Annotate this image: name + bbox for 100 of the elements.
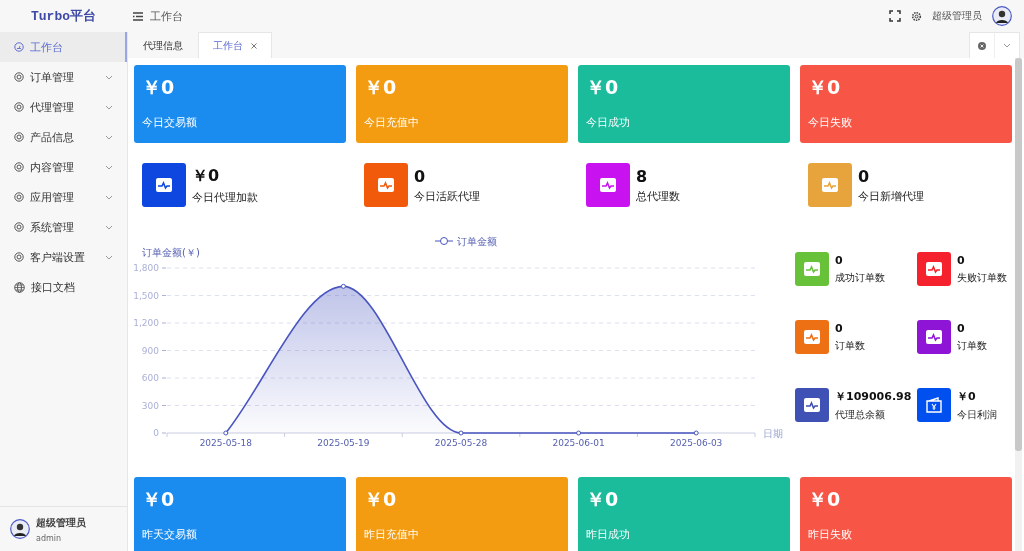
sidebar-item[interactable]: 接口文档 [0, 272, 127, 302]
axis-label: 0 [153, 428, 159, 438]
legend-label[interactable]: 订单金额 [457, 236, 497, 247]
pulse-icon [925, 328, 943, 346]
card-label: 昨日失败 [808, 527, 853, 542]
stat-label: 订单数 [957, 338, 987, 353]
data-point [576, 430, 582, 436]
stat-label: 订单数 [835, 338, 865, 353]
target-icon [14, 192, 24, 202]
stat-value: 0 [957, 253, 966, 267]
settings-icon[interactable] [911, 10, 922, 22]
stat-label: 今日利润 [957, 407, 997, 422]
stat-value: ￥109006.98 [835, 388, 912, 404]
scrollbar[interactable] [1015, 58, 1022, 551]
pulse-icon [821, 176, 839, 194]
target-icon [14, 222, 24, 232]
card-amount: ￥0 [364, 487, 398, 512]
stat-value: ￥0 [192, 165, 221, 187]
user-name[interactable]: 超级管理员 [932, 9, 982, 23]
tab[interactable]: 代理信息 [128, 32, 198, 58]
chevron-down-icon [105, 74, 113, 80]
stat-label: 今日活跃代理 [414, 188, 480, 204]
target-icon [14, 132, 24, 142]
sidebar-item[interactable]: 应用管理 [0, 182, 127, 212]
pulse-icon [803, 328, 821, 346]
stat-label: 今日新增代理 [858, 188, 924, 204]
axis-label: 2025-05-19 [317, 438, 370, 448]
stat-label: 代理总余额 [835, 407, 886, 422]
card-label: 今日成功 [586, 115, 631, 130]
stat-value: 0 [835, 321, 844, 335]
data-point [458, 430, 464, 436]
axis-label: 2025-05-18 [199, 438, 252, 448]
sidebar-item[interactable]: 产品信息 [0, 122, 127, 152]
sidebar-item[interactable]: 工作台 [0, 32, 127, 62]
sidebar-item[interactable]: 客户端设置 [0, 242, 127, 272]
stat-label: 失败订单数 [957, 270, 1007, 285]
axis-title: 日期 [763, 428, 783, 439]
card-amount: ￥0 [586, 75, 620, 100]
close-circle-icon [978, 41, 986, 50]
sidebar-item[interactable]: 代理管理 [0, 92, 127, 122]
avatar-icon [10, 519, 30, 539]
pulse-icon [599, 176, 617, 194]
chevron-down-icon [105, 164, 113, 170]
chevron-down-icon [105, 104, 113, 110]
axis-label: 300 [141, 400, 159, 411]
chevron-down-icon [105, 134, 113, 140]
avatar-icon[interactable] [992, 6, 1012, 26]
legend-icon[interactable] [434, 237, 454, 245]
axis-label: 1,200 [134, 318, 159, 328]
stat-value: 0 [414, 166, 427, 186]
card-amount: ￥0 [142, 75, 176, 100]
wallet-icon [925, 396, 943, 414]
data-point [340, 283, 346, 289]
sidebar-item[interactable]: 系统管理 [0, 212, 127, 242]
target-icon [14, 252, 24, 262]
stat-value: ￥0 [957, 388, 977, 404]
chevron-down-icon [105, 254, 113, 260]
card-amount: ￥0 [142, 487, 176, 512]
gauge-icon [14, 42, 24, 52]
data-point [223, 430, 229, 436]
card-amount: ￥0 [586, 487, 620, 512]
axis-label: 2025-06-01 [552, 438, 605, 448]
axis-label: 1,800 [134, 263, 159, 273]
data-point [693, 430, 699, 436]
card-label: 昨日成功 [586, 527, 631, 542]
card-label: 今日失败 [808, 115, 853, 130]
user-name: 超级管理员 [36, 515, 86, 530]
fullscreen-icon[interactable] [889, 10, 901, 22]
axis-label: 2025-05-28 [434, 438, 488, 448]
target-icon [14, 162, 24, 172]
card-label: 今日充值中 [364, 115, 420, 130]
target-icon [14, 102, 24, 112]
chevron-down-icon [105, 224, 113, 230]
close-icon[interactable] [251, 42, 257, 49]
stat-value: 0 [957, 321, 966, 335]
pulse-icon [377, 176, 395, 194]
tab[interactable]: 工作台 [198, 32, 272, 58]
card-label: 昨日充值中 [364, 527, 420, 542]
sidebar-item[interactable]: 内容管理 [0, 152, 127, 182]
stat-label: 成功订单数 [835, 270, 885, 285]
stat-value: 0 [835, 253, 844, 267]
sidebar-item[interactable]: 订单管理 [0, 62, 127, 92]
pulse-icon [925, 260, 943, 278]
pulse-icon [155, 176, 173, 194]
breadcrumb: 工作台 [150, 8, 183, 24]
card-amount: ￥0 [364, 75, 398, 100]
pulse-icon [803, 260, 821, 278]
stat-label: 总代理数 [636, 188, 680, 204]
stat-value: 0 [858, 166, 871, 186]
card-amount: ￥0 [808, 75, 842, 100]
card-label: 昨天交易额 [142, 527, 198, 542]
menu-icon[interactable] [133, 11, 143, 21]
brand-logo: Turbo平台 [30, 8, 97, 25]
target-icon [14, 72, 24, 82]
user-role: admin [36, 533, 63, 543]
card-label: 今日交易额 [142, 115, 198, 130]
chevron-down-icon [1003, 43, 1011, 48]
axis-label: 600 [141, 373, 159, 383]
axis-label: 900 [141, 345, 159, 356]
stat-label: 今日代理加款 [192, 189, 258, 205]
